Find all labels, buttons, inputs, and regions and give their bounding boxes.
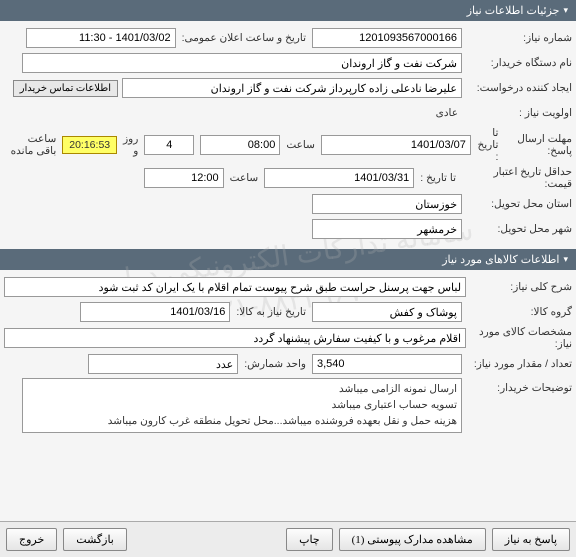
exit-button[interactable]: خروج <box>6 528 57 551</box>
creator-label: ایجاد کننده درخواست: <box>462 82 572 94</box>
city-field[interactable] <box>312 219 462 239</box>
notes-label: توضیحات خریدار: <box>462 378 572 394</box>
attachments-button[interactable]: مشاهده مدارک پیوستی (1) <box>339 528 486 551</box>
goods-form: شرح کلی نیاز: گروه کالا: تاریخ نیاز به ک… <box>0 270 576 442</box>
deadline-date-field[interactable] <box>321 135 471 155</box>
remaining-text: ساعت باقی مانده <box>4 133 62 157</box>
notes-line: تسویه حساب اعتباری میباشد <box>27 398 457 414</box>
validity-time-field[interactable] <box>144 168 224 188</box>
announce-field[interactable] <box>26 28 176 48</box>
desc-field[interactable] <box>4 277 466 297</box>
unit-label: واحد شمارش: <box>238 358 312 370</box>
back-button[interactable]: بازگشت <box>63 528 127 551</box>
to-date-label: تا تاریخ : <box>471 127 504 163</box>
days-field[interactable] <box>144 135 194 155</box>
priority-value: عادی <box>436 107 462 119</box>
deadline-time-field[interactable] <box>200 135 280 155</box>
need-number-label: شماره نیاز: <box>462 32 572 44</box>
need-number-field[interactable] <box>312 28 462 48</box>
need-form: شماره نیاز: تاریخ و ساعت اعلان عمومی: نا… <box>0 21 576 249</box>
footer-toolbar: پاسخ به نیاز مشاهده مدارک پیوستی (1) چاپ… <box>0 521 576 557</box>
spec-field[interactable] <box>4 328 466 348</box>
time-label-2: ساعت <box>224 172 265 184</box>
section-title-goods: اطلاعات کالاهای مورد نیاز <box>442 253 559 266</box>
qty-field[interactable] <box>312 354 462 374</box>
chevron-down-icon: ▾ <box>563 5 568 16</box>
province-field[interactable] <box>312 194 462 214</box>
validity-label: حداقل تاریخ اعتبار قیمت: <box>462 166 572 190</box>
print-button[interactable]: چاپ <box>286 528 333 551</box>
spec-label: مشخصات کالای مورد نیاز: <box>466 326 572 350</box>
section-header-need-details: ▾ جزئیات اطلاعات نیاز <box>0 0 576 21</box>
notes-line: هزینه حمل و نقل بعهده فروشنده میباشد...م… <box>27 414 457 430</box>
announce-label: تاریخ و ساعت اعلان عمومی: <box>176 32 312 44</box>
need-date-label: تاریخ نیاز به کالا: <box>230 306 312 318</box>
group-field[interactable] <box>312 302 462 322</box>
buyer-notes-field[interactable]: ارسال نمونه الزامی میباشد تسویه حساب اعت… <box>22 378 462 433</box>
validity-date-field[interactable] <box>264 168 414 188</box>
need-date-field[interactable] <box>80 302 230 322</box>
section-title: جزئیات اطلاعات نیاز <box>467 4 560 17</box>
respond-button[interactable]: پاسخ به نیاز <box>492 528 570 551</box>
notes-line: ارسال نمونه الزامی میباشد <box>27 382 457 398</box>
remaining-time-box: 20:16:53 <box>62 136 117 154</box>
qty-label: تعداد / مقدار مورد نیاز: <box>462 358 572 370</box>
days-and-label: روز و <box>117 133 144 157</box>
time-label-1: ساعت <box>280 139 321 151</box>
creator-field[interactable] <box>122 78 462 98</box>
chevron-down-icon: ▾ <box>563 254 568 265</box>
group-label: گروه کالا: <box>462 306 572 318</box>
priority-label: اولویت نیاز : <box>462 107 572 119</box>
deadline-label: مهلت ارسال پاسخ: <box>504 133 572 157</box>
buyer-label: نام دستگاه خریدار: <box>462 57 572 69</box>
desc-label: شرح کلی نیاز: <box>466 281 572 293</box>
city-label: شهر محل تحویل: <box>462 223 572 235</box>
to-date-label-2: تا تاریخ : <box>414 172 462 184</box>
buyer-field[interactable] <box>22 53 462 73</box>
province-label: استان محل تحویل: <box>462 198 572 210</box>
unit-field[interactable] <box>88 354 238 374</box>
section-header-goods: ▾ اطلاعات کالاهای مورد نیاز <box>0 249 576 270</box>
buyer-contact-button[interactable]: اطلاعات تماس خریدار <box>13 80 118 97</box>
